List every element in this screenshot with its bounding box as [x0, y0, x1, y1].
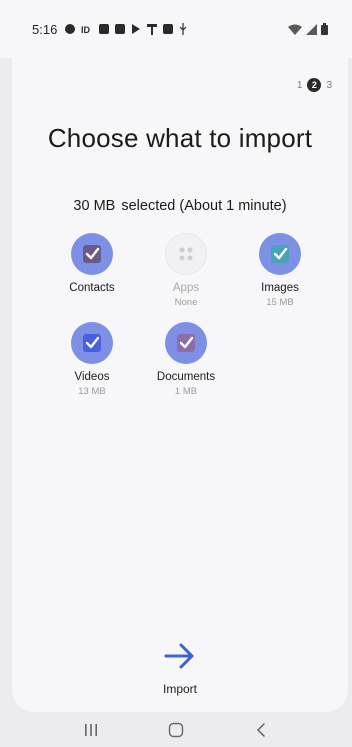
item-contacts[interactable]: Contacts [52, 233, 132, 297]
status-right [288, 23, 328, 35]
apps-circle [165, 233, 207, 275]
item-size: 1 MB [174, 386, 198, 397]
selected-text: selected (About 1 minute) [121, 198, 287, 214]
status-left: 5:16 ID [32, 22, 187, 37]
status-time: 5:16 [32, 21, 58, 37]
step-3: 3 [326, 79, 332, 91]
item-label: Contacts [69, 282, 115, 294]
t-mobile-icon [147, 23, 158, 35]
usb-icon [179, 23, 187, 35]
status-bar: 5:16 ID [0, 0, 352, 58]
wifi-icon [288, 24, 302, 35]
vpn-key-icon [65, 24, 76, 34]
svg-text:ID: ID [81, 25, 91, 34]
navigation-bar [0, 712, 352, 747]
checkbox-checked-icon [83, 334, 101, 352]
step-indicator: 1 2 3 [297, 78, 332, 92]
id-badge-icon: ID [81, 25, 91, 34]
calendar-icon [163, 24, 174, 34]
item-videos[interactable]: Videos 13 MB [52, 322, 132, 397]
item-size: None [174, 297, 198, 308]
item-size: 15 MB [266, 297, 294, 308]
contacts-check-button[interactable] [71, 233, 113, 275]
item-label: Apps [172, 282, 200, 294]
recents-button[interactable] [71, 715, 111, 745]
videos-check-button[interactable] [71, 322, 113, 364]
checkbox-checked-icon [83, 245, 101, 263]
apps-grid-icon [179, 247, 193, 261]
signal-icon [306, 23, 317, 35]
item-images[interactable]: Images 15 MB [240, 233, 320, 308]
back-button[interactable] [241, 715, 281, 745]
back-icon [257, 722, 266, 737]
recents-icon [84, 723, 97, 736]
home-button[interactable] [156, 715, 196, 745]
home-icon [168, 722, 184, 737]
play-store-icon [132, 24, 141, 34]
item-label: Videos [74, 371, 110, 383]
import-label: Import [162, 682, 197, 696]
import-button[interactable]: Import [12, 638, 348, 696]
content-card: 1 2 3 Choose what to import 30 MB selecte… [12, 58, 348, 712]
item-label: Images [261, 282, 299, 294]
newspaper-icon [99, 24, 110, 34]
page-title: Choose what to import [47, 123, 313, 153]
selection-summary: 30 MB selected (About 1 minute) [12, 198, 348, 214]
step-2-current: 2 [307, 78, 322, 92]
item-label: Documents [156, 371, 216, 383]
gallery-icon [115, 24, 126, 34]
screen: 5:16 ID 1 2 3 Choose what to import 30 M… [0, 0, 352, 747]
arrow-right-icon[interactable] [162, 638, 198, 674]
item-size: 13 MB [78, 386, 106, 397]
documents-check-button[interactable] [165, 322, 207, 364]
images-check-button[interactable] [259, 233, 301, 275]
battery-icon [321, 23, 328, 35]
selected-size: 30 MB [73, 198, 116, 214]
item-apps: Apps None [146, 233, 226, 308]
checkbox-checked-icon [271, 245, 289, 263]
item-documents[interactable]: Documents 1 MB [146, 322, 226, 397]
step-1: 1 [296, 79, 303, 91]
checkbox-checked-icon [177, 334, 195, 352]
